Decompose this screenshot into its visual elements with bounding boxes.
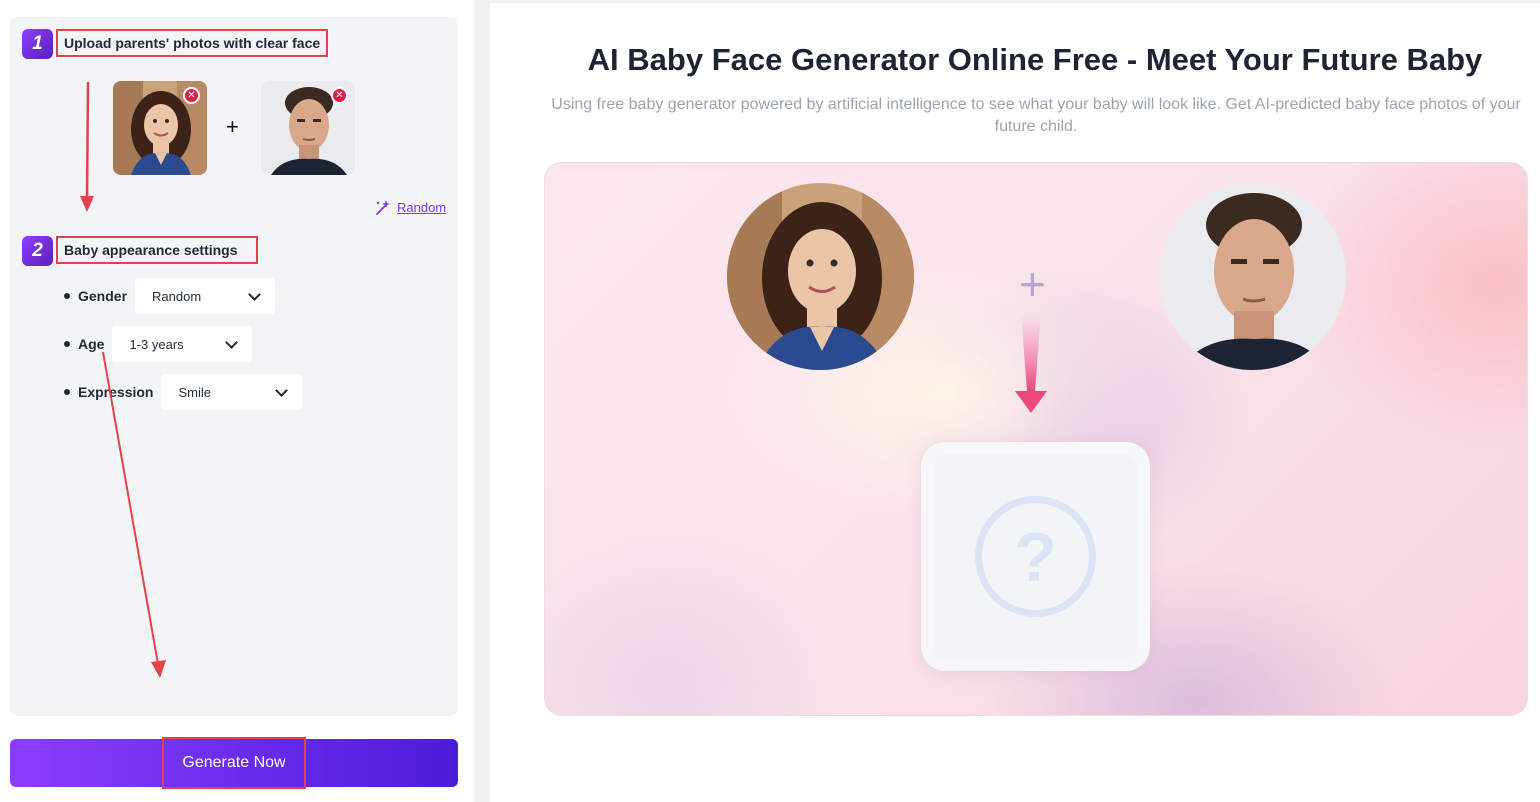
result-inner: ?	[933, 454, 1138, 659]
page: 1 Upload parents' photos with clear face…	[0, 0, 1540, 802]
mother-preview-image	[727, 183, 914, 370]
mother-preview-avatar	[727, 183, 914, 370]
plus-icon: +	[226, 114, 239, 139]
age-label: Age	[78, 336, 105, 352]
random-label[interactable]: Random	[397, 200, 446, 215]
bullet-icon	[64, 341, 70, 347]
age-select[interactable]: 1-3 years	[112, 326, 253, 362]
chevron-down-icon	[248, 287, 261, 301]
baby-result-placeholder: ?	[921, 442, 1150, 671]
step-1-title: Upload parents' photos with clear face	[56, 29, 329, 57]
plus-icon: +	[1019, 258, 1046, 310]
remove-photo-2-button[interactable]: ✕	[331, 87, 348, 104]
expression-select[interactable]: Smile	[161, 374, 303, 410]
question-mark-icon: ?	[975, 496, 1096, 617]
remove-photo-1-button[interactable]: ✕	[183, 87, 200, 104]
preview-area: + ?	[544, 162, 1528, 716]
age-value: 1-3 years	[129, 336, 184, 352]
magic-wand-icon	[376, 200, 390, 215]
gender-label: Gender	[78, 288, 128, 304]
father-preview-avatar	[1159, 183, 1346, 370]
generate-now-button[interactable]: Generate Now	[10, 737, 458, 789]
gender-value: Random	[152, 288, 202, 304]
bullet-icon	[64, 389, 70, 395]
age-setting: Age 1-3 years	[64, 326, 253, 362]
chevron-down-icon	[275, 383, 289, 397]
expression-value: Smile	[178, 384, 211, 400]
gender-select[interactable]: Random	[135, 278, 276, 314]
chevron-down-icon	[225, 335, 239, 349]
step-2-title: Baby appearance settings	[56, 236, 258, 264]
expression-label: Expression	[78, 384, 154, 400]
page-subtitle: Using free baby generator powered by art…	[551, 96, 1521, 135]
generate-now-label[interactable]: Generate Now	[162, 737, 306, 789]
expression-setting: Expression Smile	[64, 374, 303, 410]
random-photos-link[interactable]: Random	[374, 199, 446, 216]
page-title: AI Baby Face Generator Online Free - Mee…	[587, 42, 1483, 77]
step-2-badge: 2	[22, 236, 53, 266]
bullet-icon	[64, 293, 70, 299]
gender-setting: Gender Random	[64, 278, 276, 314]
arrow-down-icon	[1015, 313, 1047, 413]
step-1-badge: 1	[22, 29, 53, 59]
father-preview-image	[1159, 183, 1346, 370]
